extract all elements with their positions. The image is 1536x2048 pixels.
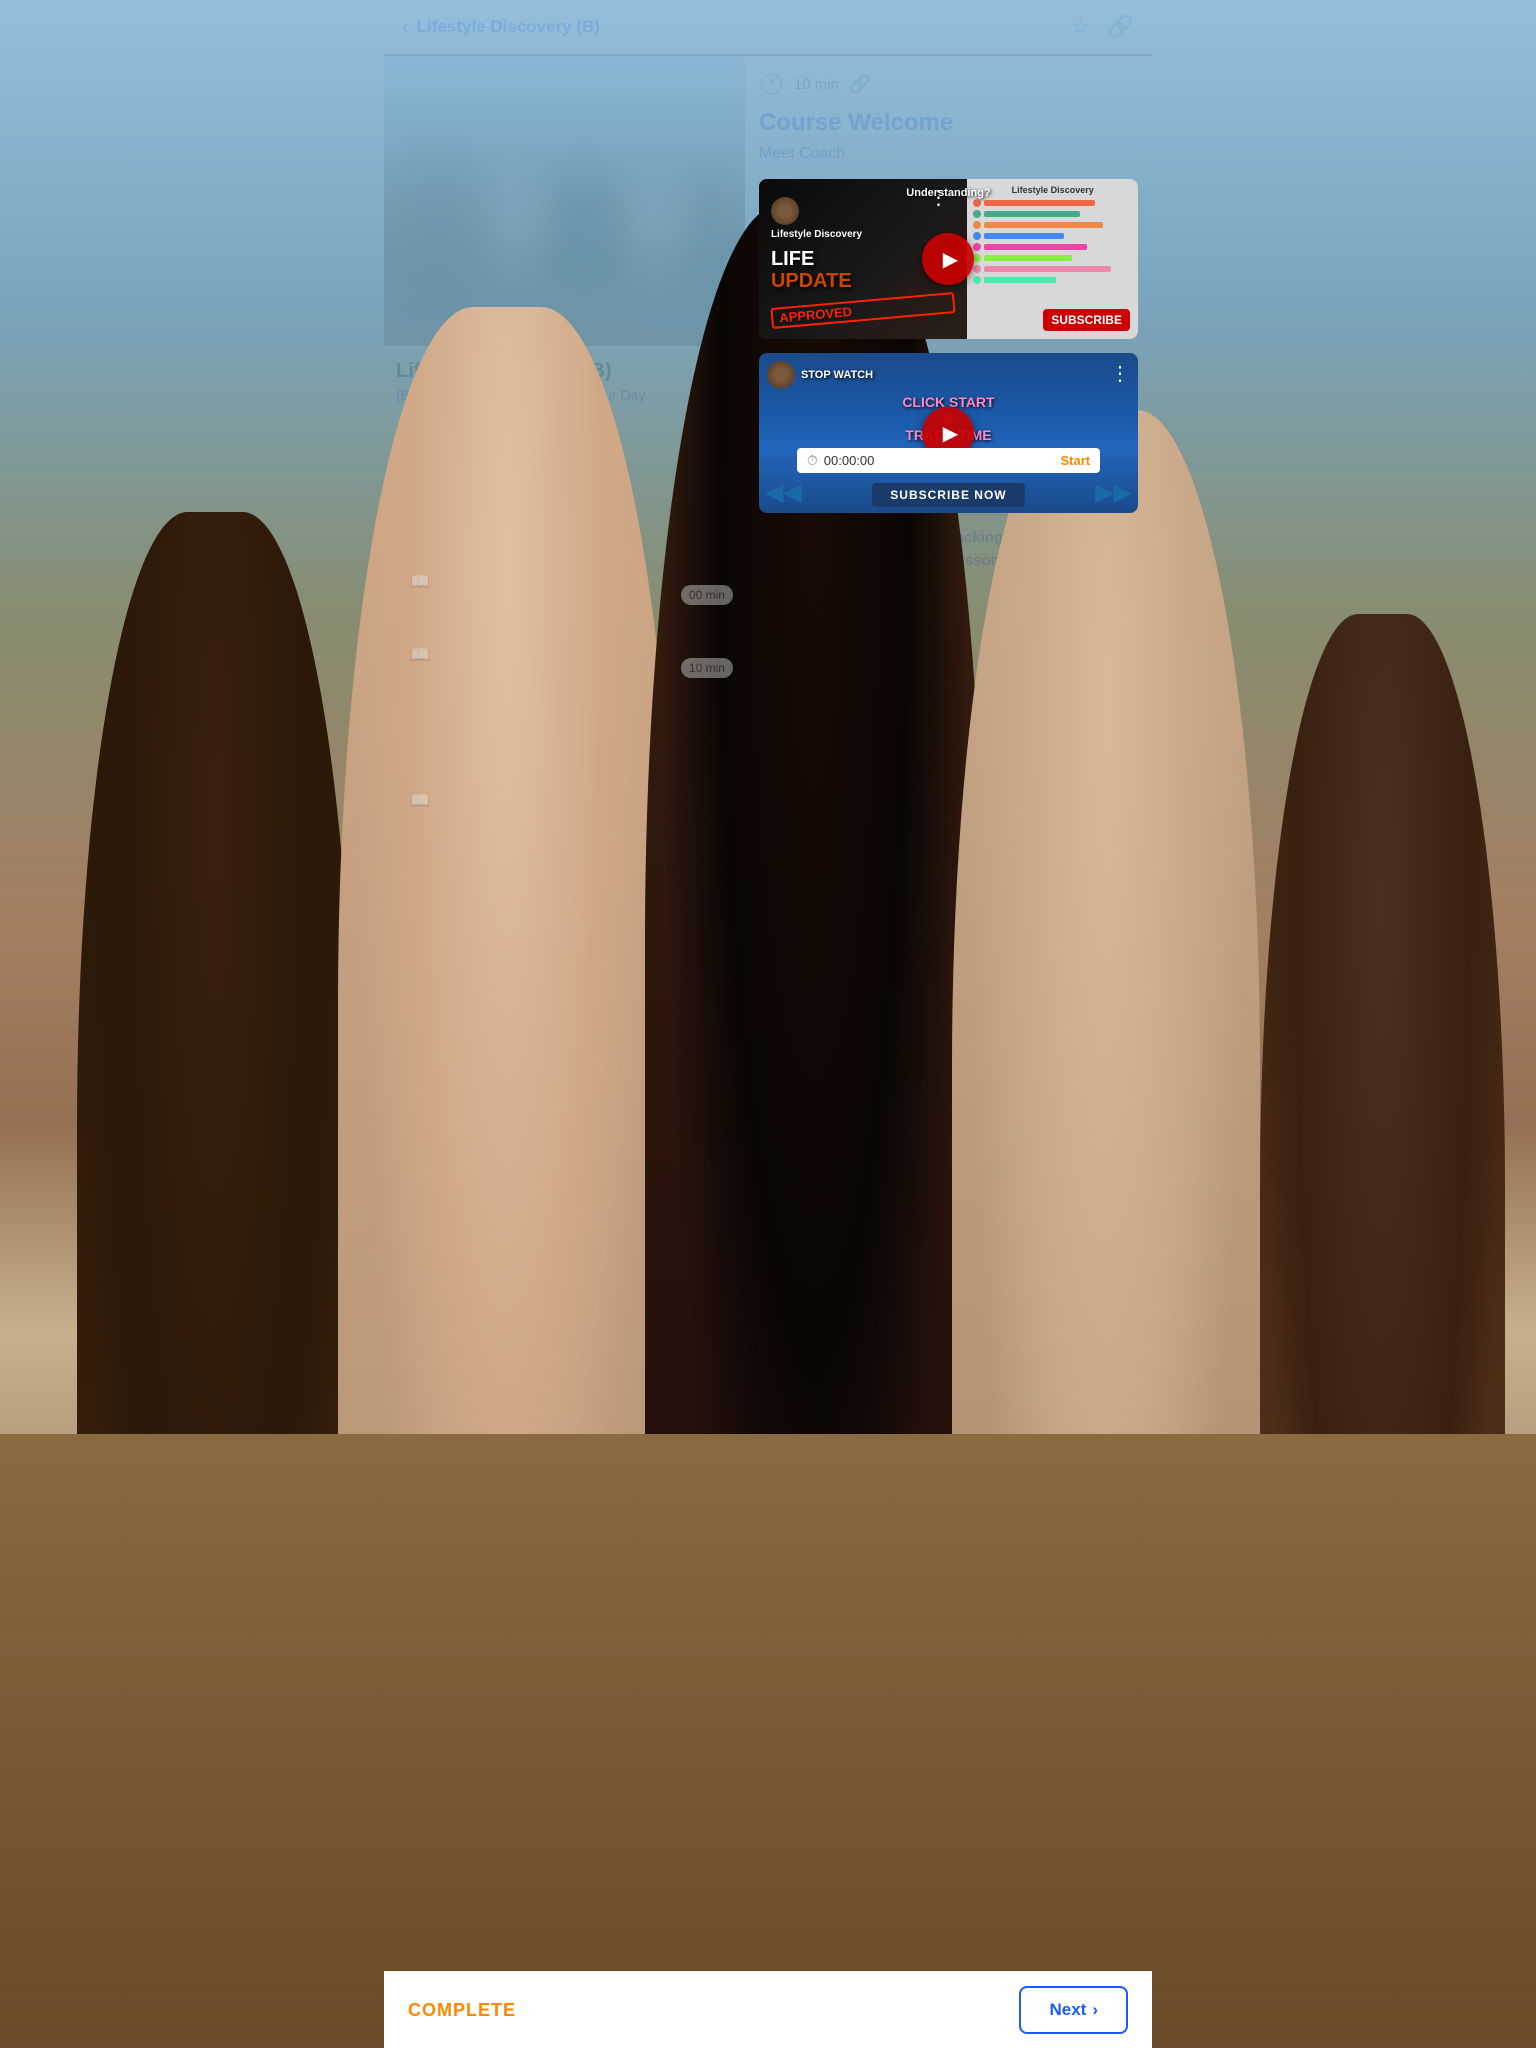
- timer-bar-start[interactable]: Start: [1060, 453, 1090, 468]
- chart-title: Lifestyle Discovery: [973, 185, 1132, 195]
- video-thumbnail-1[interactable]: Lifestyle Discovery LIFE UPDATE APPROVED…: [759, 179, 1138, 339]
- timer-clock-icon: ⏱: [807, 452, 818, 469]
- approved-stamp: APPROVED: [770, 292, 956, 329]
- thumb1-bg: Lifestyle Discovery LIFE UPDATE APPROVED…: [759, 179, 1138, 339]
- channel-name-text: Lifestyle Discovery: [771, 229, 955, 240]
- channel-name-2: STOP WATCH: [801, 369, 873, 381]
- channel-avatar-2: [767, 361, 795, 389]
- subscribe-badge-1[interactable]: SUBSCRIBE: [1043, 309, 1130, 331]
- next-arrow-icon: ›: [1092, 2000, 1098, 2020]
- timer-bar: ⏱ 00:00:00 Start: [797, 448, 1100, 473]
- more-options-icon[interactable]: ⋮: [928, 185, 948, 210]
- chart-bars: [973, 199, 1132, 284]
- play-button-1[interactable]: [922, 233, 974, 285]
- book-icon: 📖: [410, 572, 430, 592]
- next-label: Next: [1049, 2000, 1086, 2020]
- duration-badge: 10 min: [681, 658, 733, 678]
- table-surface: [0, 1434, 1536, 2048]
- channel-row-2: STOP WATCH: [767, 361, 873, 389]
- main-content: Lifestyle Discovery (B) (B = Build) Focu…: [384, 56, 1152, 848]
- more-options-icon-2[interactable]: ⋮: [1110, 361, 1130, 386]
- complete-button[interactable]: COMPLETE: [408, 2000, 516, 2021]
- speaker-right-icon: ▶▶: [1095, 478, 1132, 507]
- left-column: Lifestyle Discovery (B) (B = Build) Focu…: [384, 56, 745, 848]
- course-hero-image: [384, 56, 745, 346]
- book-icon: 📖: [410, 645, 430, 665]
- duration-badge: 00 min: [681, 585, 733, 605]
- speaker-left-icon: ◀◀: [765, 478, 802, 507]
- understanding-text: Understanding?: [906, 187, 990, 199]
- next-button[interactable]: Next ›: [1019, 1986, 1128, 2034]
- channel-avatar: [771, 197, 799, 225]
- book-icon: 📖: [410, 791, 430, 811]
- timer-bar-time: 00:00:00: [824, 453, 1055, 468]
- thumb2-bg: STOP WATCH ⋮ CLICK START & TRACK TIME ⏱ …: [759, 353, 1138, 513]
- subscribe-now-badge[interactable]: SUBSCRIBE NOW: [872, 483, 1024, 507]
- bottom-bar: COMPLETE Next ›: [384, 1971, 1152, 2048]
- video-thumbnail-2[interactable]: STOP WATCH ⋮ CLICK START & TRACK TIME ⏱ …: [759, 353, 1138, 513]
